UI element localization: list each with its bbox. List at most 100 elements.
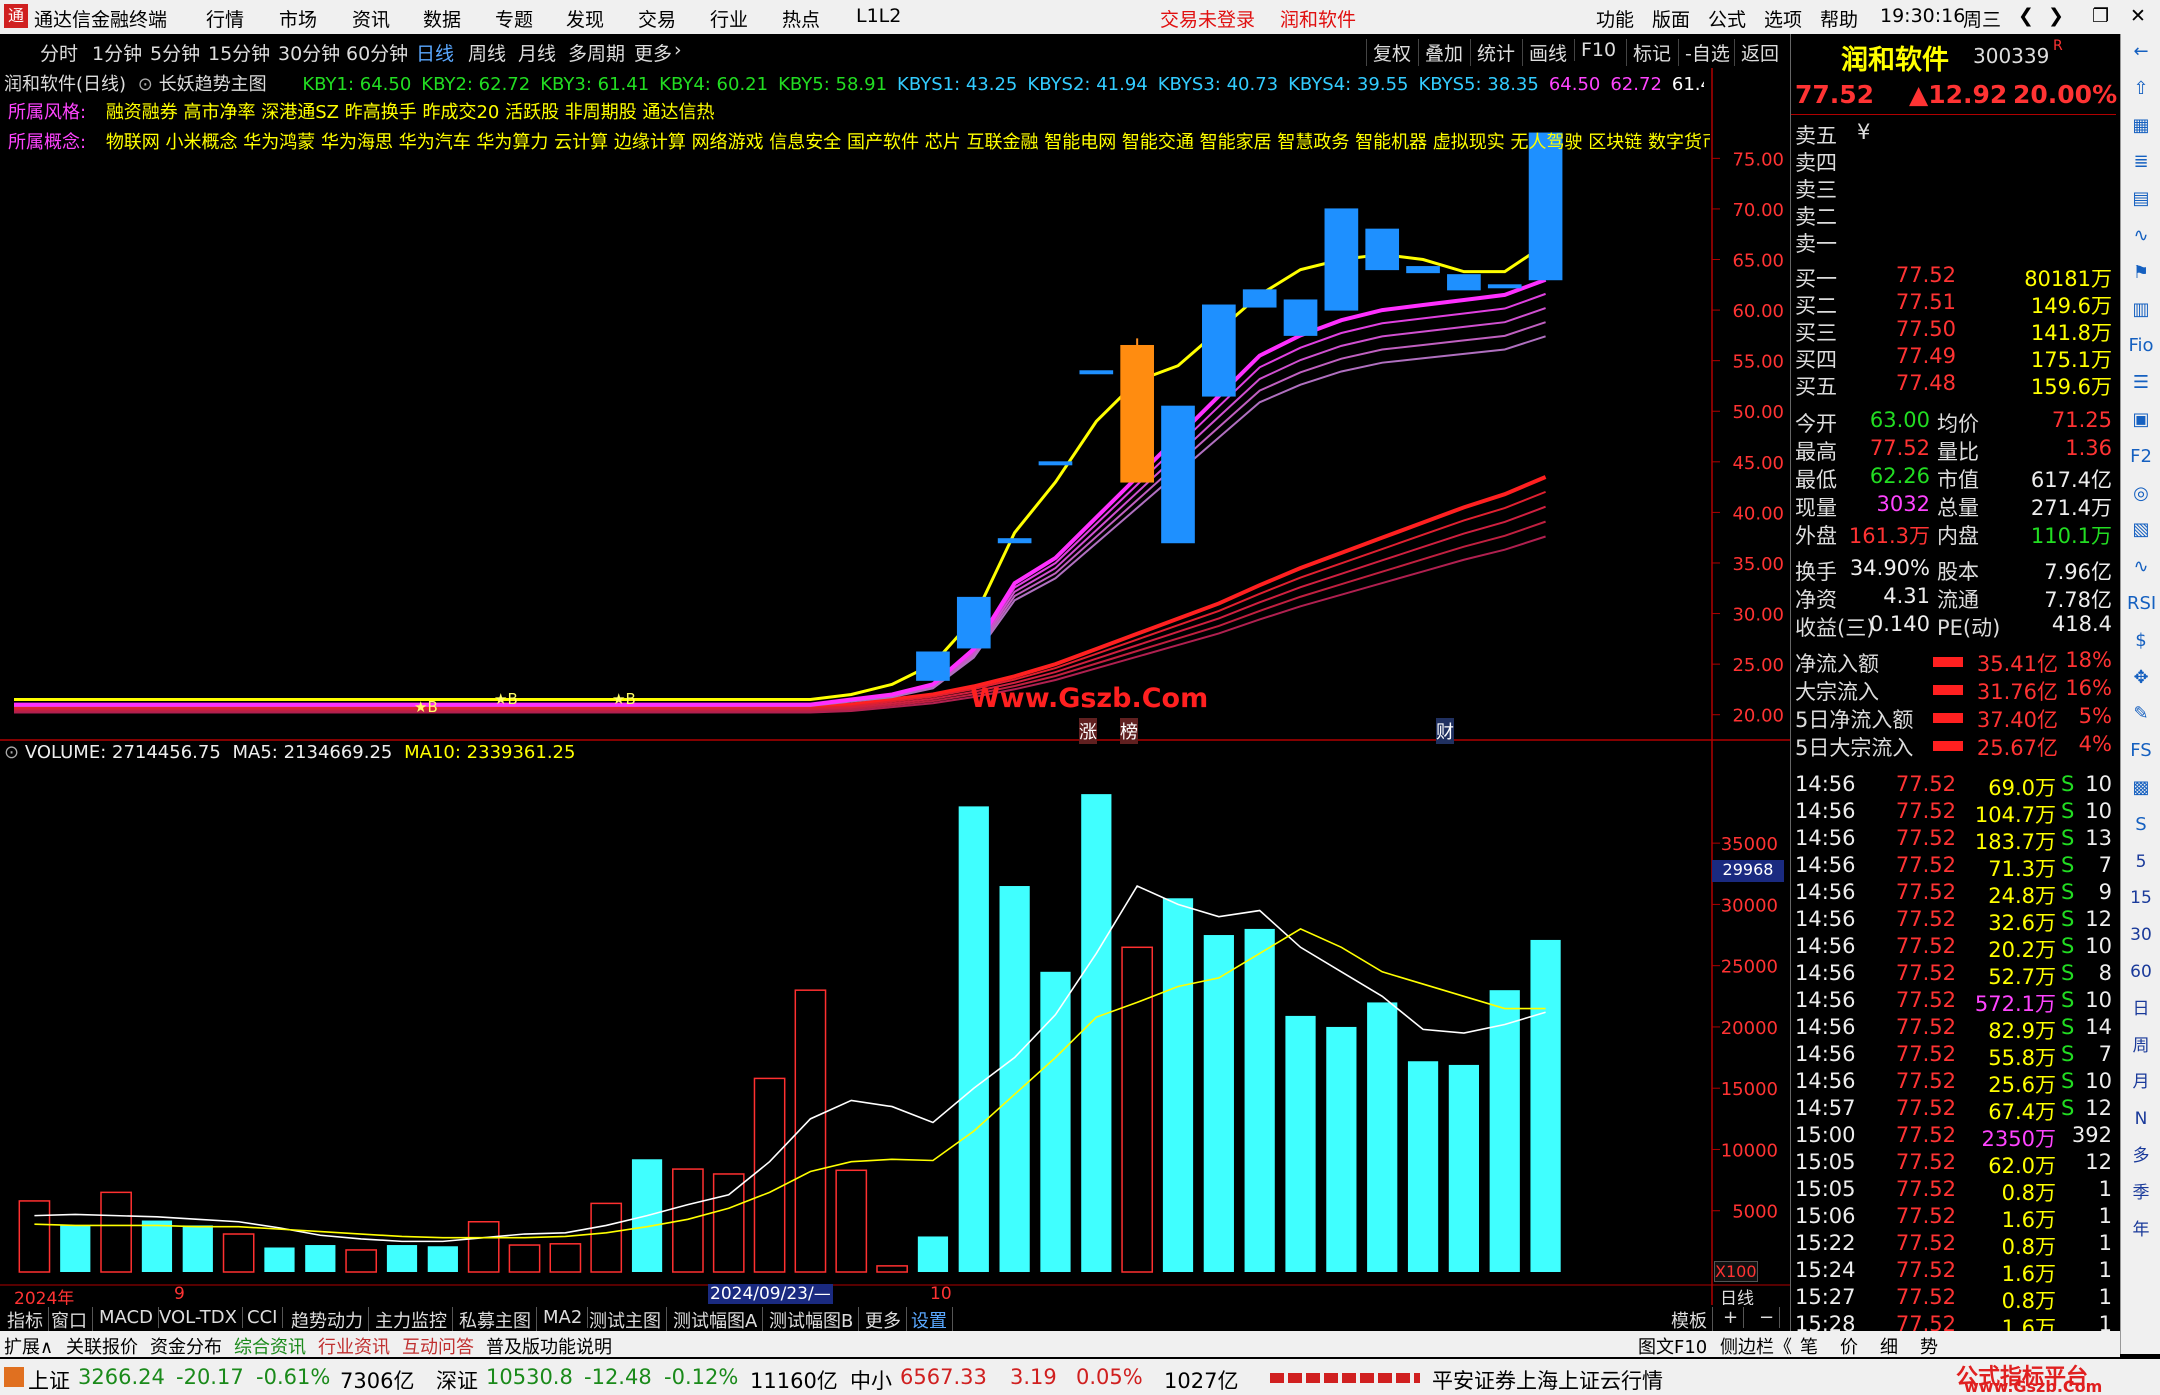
menu-zixun[interactable]: 资讯 (352, 5, 390, 32)
btn-diejia[interactable]: 叠加 (1418, 39, 1469, 66)
side-icon-23[interactable]: 5 (2127, 848, 2155, 876)
menu-gongshi[interactable]: 公式 (1708, 5, 1746, 32)
tab-qushi[interactable]: 趋势动力 (286, 1307, 369, 1333)
period-60min[interactable]: 60分钟 (346, 39, 408, 66)
tab-remove[interactable]: − (1754, 1307, 1781, 1328)
side-icon-8[interactable]: ▥ (2127, 296, 2155, 324)
side-icon-31[interactable]: 多 (2127, 1142, 2155, 1170)
side-icon-21[interactable]: ▩ (2127, 774, 2155, 802)
tab-settings[interactable]: 设置 (906, 1307, 953, 1333)
menu-zhuanti[interactable]: 专题 (495, 5, 533, 32)
period-daily[interactable]: 日线 (416, 39, 454, 66)
tab-ceshi-b[interactable]: 测试幅图B (764, 1307, 860, 1333)
side-icon-33[interactable]: 年 (2127, 1216, 2155, 1244)
volume-collapse-icon[interactable]: ⊙ (4, 742, 19, 763)
tab-zijin[interactable]: 资金分布 (150, 1333, 222, 1359)
period-multi[interactable]: 多周期 (568, 39, 625, 66)
period-more[interactable]: 更多 (634, 39, 672, 66)
period-30min[interactable]: 30分钟 (278, 39, 340, 66)
period-weekly[interactable]: 周线 (468, 39, 506, 66)
btn-fanhui[interactable]: 返回 (1734, 39, 1785, 66)
menu-hangqing[interactable]: 行情 (206, 5, 244, 32)
tab-zhibiao[interactable]: 指标 (2, 1307, 49, 1333)
event-bang[interactable]: 榜 (1120, 718, 1138, 744)
menu-redian[interactable]: 热点 (782, 5, 820, 32)
indicator-dropdown-icon[interactable]: ⊙ (138, 74, 153, 95)
btn-zixuan[interactable]: -自选 (1678, 39, 1736, 66)
side-icon-2[interactable]: ⇧ (2127, 75, 2155, 103)
tab-add[interactable]: + (1718, 1307, 1745, 1328)
side-icon-6[interactable]: ∿ (2127, 222, 2155, 250)
tab-expand[interactable]: 扩展∧ (4, 1333, 53, 1359)
menu-jiaoyi[interactable]: 交易 (638, 5, 676, 32)
side-icon-18[interactable]: ✥ (2127, 664, 2155, 692)
tab-zonghe[interactable]: 综合资讯 (234, 1333, 306, 1359)
side-icon-28[interactable]: 周 (2127, 1032, 2155, 1060)
chart-area[interactable]: 75.00 70.00 65.00 60.00 55.00 50.00 45.00 40.00… (0, 68, 1790, 1305)
side-icon-7[interactable]: ⚑ (2127, 259, 2155, 287)
side-icon-29[interactable]: 月 (2127, 1068, 2155, 1096)
forward-arrow-icon[interactable]: ❯ (2048, 5, 2064, 27)
event-cai[interactable]: 财 (1436, 718, 1454, 744)
tab-guanlian[interactable]: 关联报价 (66, 1333, 138, 1359)
btn-fuquan[interactable]: 复权 (1366, 39, 1417, 66)
menu-faxian[interactable]: 发现 (566, 5, 604, 32)
chevron-right-icon[interactable]: › (674, 39, 682, 61)
period-monthly[interactable]: 月线 (518, 39, 556, 66)
side-icon-10[interactable]: ☰ (2127, 369, 2155, 397)
menu-shichang[interactable]: 市场 (279, 5, 317, 32)
side-icon-15[interactable]: ∿ (2127, 553, 2155, 581)
side-icon-4[interactable]: ≣ (2127, 148, 2155, 176)
period-fenshi[interactable]: 分时 (40, 39, 78, 66)
side-icon-24[interactable]: 15 (2127, 884, 2155, 912)
btn-biaoji[interactable]: 标记 (1626, 39, 1677, 66)
tab-xi[interactable]: 细 (1880, 1333, 1898, 1359)
tab-more[interactable]: 更多 (860, 1307, 907, 1333)
side-icon-22[interactable]: S (2127, 811, 2155, 839)
menu-xuanxiang[interactable]: 选项 (1764, 5, 1802, 32)
zx-label[interactable]: 中小 (850, 1365, 892, 1395)
side-icon-25[interactable]: 30 (2127, 921, 2155, 949)
side-icon-27[interactable]: 日 (2127, 995, 2155, 1023)
event-zhang[interactable]: 涨 (1079, 718, 1097, 744)
period-5min[interactable]: 5分钟 (150, 39, 200, 66)
tab-hudong[interactable]: 互动问答 (402, 1333, 474, 1359)
menu-bangzhu[interactable]: 帮助 (1820, 5, 1858, 32)
tab-sidebar[interactable]: 侧边栏《 (1720, 1333, 1792, 1359)
side-icon-32[interactable]: 季 (2127, 1179, 2155, 1207)
side-icon-20[interactable]: FS (2127, 737, 2155, 765)
tab-f10[interactable]: 图文F10 (1638, 1333, 1707, 1359)
menu-banmian[interactable]: 版面 (1652, 5, 1690, 32)
menu-hangye[interactable]: 行业 (710, 5, 748, 32)
tab-shi[interactable]: 势 (1920, 1333, 1938, 1359)
tab-macd[interactable]: MACD (94, 1307, 159, 1328)
tab-jia[interactable]: 价 (1840, 1333, 1858, 1359)
restore-window-icon[interactable]: ❐ (2092, 5, 2109, 27)
side-icon-5[interactable]: ▤ (2127, 185, 2155, 213)
menu-gongneng[interactable]: 功能 (1596, 5, 1634, 32)
side-icon-14[interactable]: ▧ (2127, 516, 2155, 544)
period-1min[interactable]: 1分钟 (92, 39, 142, 66)
tab-hangye[interactable]: 行业资讯 (318, 1333, 390, 1359)
tab-vol-tdx[interactable]: VOL-TDX (154, 1307, 243, 1328)
tab-chuangkou[interactable]: 窗口 (46, 1307, 93, 1333)
side-icon-26[interactable]: 60 (2127, 958, 2155, 986)
tab-template[interactable]: 模板 (1666, 1307, 1713, 1333)
back-arrow-icon[interactable]: ❮ (2018, 5, 2034, 27)
side-icon-17[interactable]: $ (2127, 627, 2155, 655)
server-name[interactable]: 平安证券上海上证云行情 (1432, 1365, 1663, 1395)
side-icon-11[interactable]: ▣ (2127, 406, 2155, 434)
tab-cci[interactable]: CCI (242, 1307, 284, 1328)
menu-l1l2[interactable]: L1L2 (856, 5, 901, 27)
side-icon-1[interactable]: ← (2127, 38, 2155, 66)
trade-status[interactable]: 交易未登录 (1160, 5, 1255, 32)
side-icon-3[interactable]: ▦ (2127, 112, 2155, 140)
tab-simu[interactable]: 私募主图 (454, 1307, 537, 1333)
tab-ceshi-zhu[interactable]: 测试主图 (584, 1307, 667, 1333)
indicator-name[interactable]: 长妖趋势主图 (159, 74, 267, 95)
tab-bi[interactable]: 笔 (1800, 1333, 1818, 1359)
btn-tongji[interactable]: 统计 (1470, 39, 1521, 66)
btn-f10[interactable]: F10 (1574, 39, 1622, 61)
tab-ma2[interactable]: MA2 (538, 1307, 589, 1328)
side-icon-12[interactable]: F2 (2127, 443, 2155, 471)
